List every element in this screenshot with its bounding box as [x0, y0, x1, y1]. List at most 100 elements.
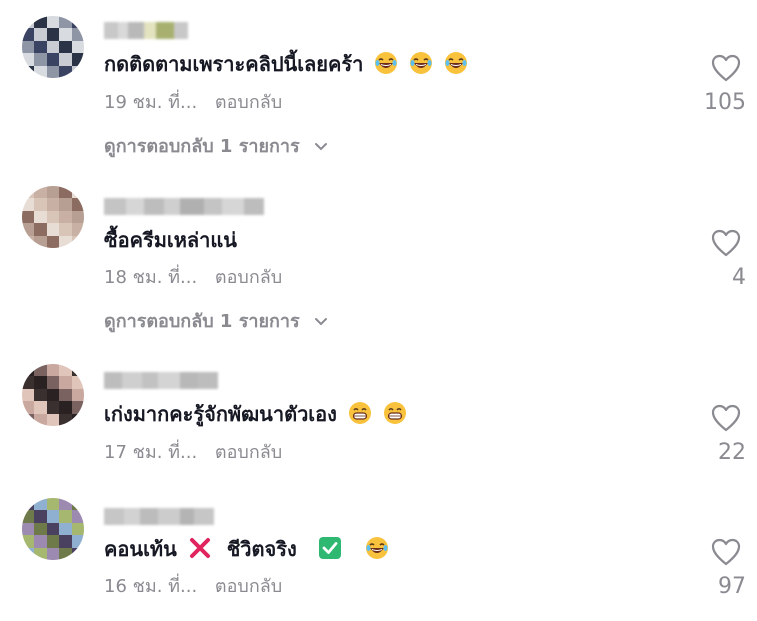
heart-icon[interactable]: [710, 537, 742, 567]
username-block: [194, 508, 214, 525]
username-block: [140, 508, 158, 525]
reply-button[interactable]: ตอบกลับ: [215, 442, 282, 463]
avatar-pixel: [46, 535, 60, 548]
avatar-pixel: [46, 235, 60, 248]
avatar-pixel: [59, 186, 72, 199]
username-block: [244, 198, 264, 215]
username-block: [180, 508, 194, 525]
username-block: [104, 198, 126, 215]
avatar-pixel: [34, 16, 47, 29]
avatar-pixel: [71, 401, 84, 414]
avatar-pixel: [22, 65, 35, 78]
like-count: 4: [732, 265, 746, 290]
username-block: [104, 22, 118, 39]
avatar-pixel: [34, 401, 47, 414]
avatar-pixel: [59, 40, 72, 54]
like-count: 105: [704, 90, 746, 115]
avatar-pixel: [46, 40, 60, 54]
avatar-pixel: [59, 510, 72, 523]
reply-button[interactable]: ตอบกลับ: [215, 576, 282, 597]
avatar-pixel: [46, 401, 60, 414]
cross-mark-icon: [184, 537, 212, 561]
reply-button[interactable]: ตอบกลับ: [215, 267, 282, 288]
comment-text-content: เก่งมากคะรู้จักพัฒนาตัวเอง: [104, 402, 337, 426]
avatar-pixel: [46, 547, 60, 560]
avatar-pixel: [34, 535, 47, 548]
comment-meta: 17 ชม. ที่... ตอบกลับ: [104, 442, 282, 464]
comment-text: คอนเท้น ชีวิตจริง: [104, 535, 389, 563]
avatar-pixel: [46, 413, 60, 426]
avatar-pixel: [46, 28, 60, 41]
username-blurred[interactable]: [104, 198, 264, 215]
heart-icon[interactable]: [710, 228, 742, 258]
view-replies-label: ดูการตอบกลับ 1 รายการ: [104, 136, 300, 157]
avatar-pixel: [34, 210, 47, 224]
username-block: [156, 22, 174, 39]
avatar-pixel: [22, 235, 35, 248]
avatar-pixel: [59, 547, 72, 560]
avatar-pixel: [46, 53, 60, 66]
chevron-down-icon: [314, 311, 328, 333]
avatar-pixel: [71, 186, 84, 199]
avatar-pixel: [22, 388, 35, 402]
username-block: [158, 372, 180, 389]
comment-text: ซื้อครีมเหล่าแน่: [104, 226, 237, 254]
laughing-emoji-icon: [405, 52, 433, 76]
laughing-emoji-icon: [370, 52, 398, 76]
avatar-pixel: [59, 65, 72, 78]
avatar-pixel: [46, 198, 60, 211]
avatar-pixel: [22, 498, 35, 511]
heart-icon[interactable]: [710, 403, 742, 433]
avatar-pixel: [34, 198, 47, 211]
avatar-pixel: [59, 210, 72, 224]
avatar-pixel: [71, 547, 84, 560]
avatar-pixel: [46, 16, 60, 29]
comment-time: 16 ชม. ที่...: [104, 576, 198, 597]
username-blurred[interactable]: [104, 372, 218, 389]
avatar-pixel: [59, 223, 72, 236]
avatar-pixel: [34, 53, 47, 66]
avatar-pixel: [59, 498, 72, 511]
avatar[interactable]: [22, 16, 84, 78]
avatar-pixel: [34, 186, 47, 199]
avatar-pixel: [59, 535, 72, 548]
avatar-pixel: [71, 388, 84, 402]
avatar-pixel: [34, 40, 47, 54]
username-block: [204, 198, 222, 215]
avatar-pixel: [22, 28, 35, 41]
avatar-pixel: [71, 364, 84, 377]
username-block: [164, 198, 180, 215]
avatar[interactable]: [22, 364, 84, 426]
avatar-pixel: [46, 498, 60, 511]
avatar-pixel: [34, 235, 47, 248]
avatar-pixel: [22, 53, 35, 66]
avatar[interactable]: [22, 498, 84, 560]
avatar-pixel: [59, 53, 72, 66]
avatar-pixel: [34, 522, 47, 536]
username-block: [104, 508, 124, 525]
username-block: [122, 372, 142, 389]
avatar-pixel: [71, 65, 84, 78]
view-replies-button[interactable]: ดูการตอบกลับ 1 รายการ: [104, 311, 328, 333]
view-replies-button[interactable]: ดูการตอบกลับ 1 รายการ: [104, 136, 328, 158]
reply-button[interactable]: ตอบกลับ: [215, 92, 282, 113]
avatar-pixel: [71, 28, 84, 41]
avatar[interactable]: [22, 186, 84, 248]
avatar-pixel: [59, 388, 72, 402]
avatar-pixel: [34, 388, 47, 402]
comment-time: 18 ชม. ที่...: [104, 267, 198, 288]
comment-meta: 18 ชม. ที่... ตอบกลับ: [104, 267, 282, 289]
username-block: [174, 22, 188, 39]
avatar-pixel: [46, 510, 60, 523]
avatar-pixel: [34, 376, 47, 389]
username-block: [126, 198, 144, 215]
avatar-pixel: [46, 522, 60, 536]
avatar-pixel: [46, 186, 60, 199]
username-blurred[interactable]: [104, 22, 188, 39]
avatar-pixel: [22, 198, 35, 211]
heart-icon[interactable]: [710, 53, 742, 83]
avatar-pixel: [59, 522, 72, 536]
username-blurred[interactable]: [104, 508, 214, 525]
comment-text-content: คอนเท้น: [104, 537, 177, 561]
username-block: [142, 372, 158, 389]
